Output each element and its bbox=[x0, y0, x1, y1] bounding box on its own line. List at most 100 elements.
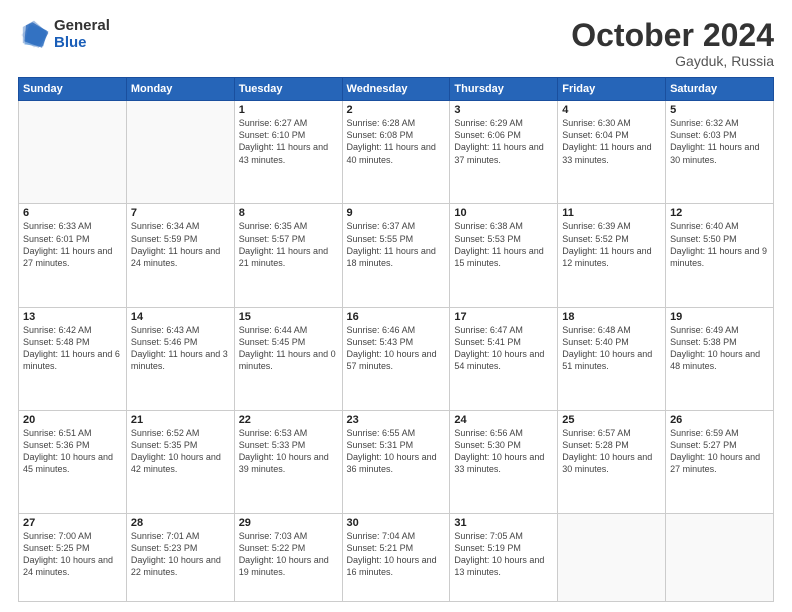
day-info: Sunrise: 6:53 AM Sunset: 5:33 PM Dayligh… bbox=[239, 427, 338, 476]
day-info: Sunrise: 6:51 AM Sunset: 5:36 PM Dayligh… bbox=[23, 427, 122, 476]
calendar-cell: 21Sunrise: 6:52 AM Sunset: 5:35 PM Dayli… bbox=[126, 410, 234, 513]
day-info: Sunrise: 6:46 AM Sunset: 5:43 PM Dayligh… bbox=[347, 324, 446, 373]
day-number: 7 bbox=[131, 207, 230, 219]
calendar-cell: 24Sunrise: 6:56 AM Sunset: 5:30 PM Dayli… bbox=[450, 410, 558, 513]
logo-general: General bbox=[54, 18, 110, 35]
calendar-cell: 8Sunrise: 6:35 AM Sunset: 5:57 PM Daylig… bbox=[234, 204, 342, 307]
day-number: 29 bbox=[239, 517, 338, 529]
day-number: 16 bbox=[347, 311, 446, 323]
day-info: Sunrise: 6:38 AM Sunset: 5:53 PM Dayligh… bbox=[454, 220, 553, 269]
day-info: Sunrise: 7:03 AM Sunset: 5:22 PM Dayligh… bbox=[239, 530, 338, 579]
day-number: 11 bbox=[562, 207, 661, 219]
calendar-cell bbox=[558, 513, 666, 601]
day-number: 12 bbox=[670, 207, 769, 219]
day-info: Sunrise: 6:30 AM Sunset: 6:04 PM Dayligh… bbox=[562, 117, 661, 166]
day-number: 21 bbox=[131, 414, 230, 426]
day-info: Sunrise: 6:57 AM Sunset: 5:28 PM Dayligh… bbox=[562, 427, 661, 476]
calendar-cell: 23Sunrise: 6:55 AM Sunset: 5:31 PM Dayli… bbox=[342, 410, 450, 513]
location: Gayduk, Russia bbox=[571, 53, 774, 69]
day-info: Sunrise: 6:59 AM Sunset: 5:27 PM Dayligh… bbox=[670, 427, 769, 476]
calendar-header-row: Sunday Monday Tuesday Wednesday Thursday… bbox=[19, 78, 774, 101]
calendar-table: Sunday Monday Tuesday Wednesday Thursday… bbox=[18, 77, 774, 602]
calendar-cell: 4Sunrise: 6:30 AM Sunset: 6:04 PM Daylig… bbox=[558, 101, 666, 204]
calendar-cell: 29Sunrise: 7:03 AM Sunset: 5:22 PM Dayli… bbox=[234, 513, 342, 601]
calendar-cell bbox=[666, 513, 774, 601]
day-info: Sunrise: 6:42 AM Sunset: 5:48 PM Dayligh… bbox=[23, 324, 122, 373]
calendar-cell: 1Sunrise: 6:27 AM Sunset: 6:10 PM Daylig… bbox=[234, 101, 342, 204]
day-number: 18 bbox=[562, 311, 661, 323]
day-info: Sunrise: 6:49 AM Sunset: 5:38 PM Dayligh… bbox=[670, 324, 769, 373]
day-info: Sunrise: 7:04 AM Sunset: 5:21 PM Dayligh… bbox=[347, 530, 446, 579]
day-number: 24 bbox=[454, 414, 553, 426]
day-info: Sunrise: 6:43 AM Sunset: 5:46 PM Dayligh… bbox=[131, 324, 230, 373]
calendar-cell: 18Sunrise: 6:48 AM Sunset: 5:40 PM Dayli… bbox=[558, 307, 666, 410]
calendar-cell: 19Sunrise: 6:49 AM Sunset: 5:38 PM Dayli… bbox=[666, 307, 774, 410]
calendar-cell bbox=[19, 101, 127, 204]
day-info: Sunrise: 6:48 AM Sunset: 5:40 PM Dayligh… bbox=[562, 324, 661, 373]
day-number: 13 bbox=[23, 311, 122, 323]
calendar-cell: 28Sunrise: 7:01 AM Sunset: 5:23 PM Dayli… bbox=[126, 513, 234, 601]
calendar-cell: 15Sunrise: 6:44 AM Sunset: 5:45 PM Dayli… bbox=[234, 307, 342, 410]
day-info: Sunrise: 7:01 AM Sunset: 5:23 PM Dayligh… bbox=[131, 530, 230, 579]
day-number: 20 bbox=[23, 414, 122, 426]
day-info: Sunrise: 6:33 AM Sunset: 6:01 PM Dayligh… bbox=[23, 220, 122, 269]
day-info: Sunrise: 6:40 AM Sunset: 5:50 PM Dayligh… bbox=[670, 220, 769, 269]
day-number: 10 bbox=[454, 207, 553, 219]
page: General Blue October 2024 Gayduk, Russia… bbox=[0, 0, 792, 612]
day-number: 17 bbox=[454, 311, 553, 323]
calendar-cell: 6Sunrise: 6:33 AM Sunset: 6:01 PM Daylig… bbox=[19, 204, 127, 307]
day-number: 2 bbox=[347, 104, 446, 116]
col-saturday: Saturday bbox=[666, 78, 774, 101]
day-info: Sunrise: 6:47 AM Sunset: 5:41 PM Dayligh… bbox=[454, 324, 553, 373]
title-block: October 2024 Gayduk, Russia bbox=[571, 18, 774, 69]
calendar-cell: 12Sunrise: 6:40 AM Sunset: 5:50 PM Dayli… bbox=[666, 204, 774, 307]
day-info: Sunrise: 6:27 AM Sunset: 6:10 PM Dayligh… bbox=[239, 117, 338, 166]
calendar-cell: 13Sunrise: 6:42 AM Sunset: 5:48 PM Dayli… bbox=[19, 307, 127, 410]
calendar-cell: 10Sunrise: 6:38 AM Sunset: 5:53 PM Dayli… bbox=[450, 204, 558, 307]
day-number: 8 bbox=[239, 207, 338, 219]
calendar-cell: 2Sunrise: 6:28 AM Sunset: 6:08 PM Daylig… bbox=[342, 101, 450, 204]
day-info: Sunrise: 6:56 AM Sunset: 5:30 PM Dayligh… bbox=[454, 427, 553, 476]
calendar-cell: 16Sunrise: 6:46 AM Sunset: 5:43 PM Dayli… bbox=[342, 307, 450, 410]
calendar-cell: 27Sunrise: 7:00 AM Sunset: 5:25 PM Dayli… bbox=[19, 513, 127, 601]
day-number: 22 bbox=[239, 414, 338, 426]
calendar-cell: 22Sunrise: 6:53 AM Sunset: 5:33 PM Dayli… bbox=[234, 410, 342, 513]
col-monday: Monday bbox=[126, 78, 234, 101]
day-info: Sunrise: 7:00 AM Sunset: 5:25 PM Dayligh… bbox=[23, 530, 122, 579]
day-number: 3 bbox=[454, 104, 553, 116]
calendar-cell: 17Sunrise: 6:47 AM Sunset: 5:41 PM Dayli… bbox=[450, 307, 558, 410]
day-number: 4 bbox=[562, 104, 661, 116]
day-number: 5 bbox=[670, 104, 769, 116]
day-number: 28 bbox=[131, 517, 230, 529]
calendar-cell: 20Sunrise: 6:51 AM Sunset: 5:36 PM Dayli… bbox=[19, 410, 127, 513]
day-number: 30 bbox=[347, 517, 446, 529]
day-info: Sunrise: 6:34 AM Sunset: 5:59 PM Dayligh… bbox=[131, 220, 230, 269]
logo-icon bbox=[18, 19, 50, 51]
day-info: Sunrise: 6:32 AM Sunset: 6:03 PM Dayligh… bbox=[670, 117, 769, 166]
calendar-cell: 31Sunrise: 7:05 AM Sunset: 5:19 PM Dayli… bbox=[450, 513, 558, 601]
calendar-cell: 3Sunrise: 6:29 AM Sunset: 6:06 PM Daylig… bbox=[450, 101, 558, 204]
header: General Blue October 2024 Gayduk, Russia bbox=[18, 18, 774, 69]
day-info: Sunrise: 6:35 AM Sunset: 5:57 PM Dayligh… bbox=[239, 220, 338, 269]
day-number: 9 bbox=[347, 207, 446, 219]
logo-blue: Blue bbox=[54, 35, 110, 52]
col-thursday: Thursday bbox=[450, 78, 558, 101]
day-info: Sunrise: 6:44 AM Sunset: 5:45 PM Dayligh… bbox=[239, 324, 338, 373]
day-number: 19 bbox=[670, 311, 769, 323]
day-info: Sunrise: 6:52 AM Sunset: 5:35 PM Dayligh… bbox=[131, 427, 230, 476]
calendar-cell: 30Sunrise: 7:04 AM Sunset: 5:21 PM Dayli… bbox=[342, 513, 450, 601]
day-number: 6 bbox=[23, 207, 122, 219]
col-sunday: Sunday bbox=[19, 78, 127, 101]
day-number: 14 bbox=[131, 311, 230, 323]
day-number: 1 bbox=[239, 104, 338, 116]
day-info: Sunrise: 6:39 AM Sunset: 5:52 PM Dayligh… bbox=[562, 220, 661, 269]
day-number: 25 bbox=[562, 414, 661, 426]
calendar-cell: 25Sunrise: 6:57 AM Sunset: 5:28 PM Dayli… bbox=[558, 410, 666, 513]
day-number: 23 bbox=[347, 414, 446, 426]
day-number: 15 bbox=[239, 311, 338, 323]
col-wednesday: Wednesday bbox=[342, 78, 450, 101]
calendar-cell bbox=[126, 101, 234, 204]
month-title: October 2024 bbox=[571, 18, 774, 53]
day-number: 31 bbox=[454, 517, 553, 529]
calendar-cell: 7Sunrise: 6:34 AM Sunset: 5:59 PM Daylig… bbox=[126, 204, 234, 307]
